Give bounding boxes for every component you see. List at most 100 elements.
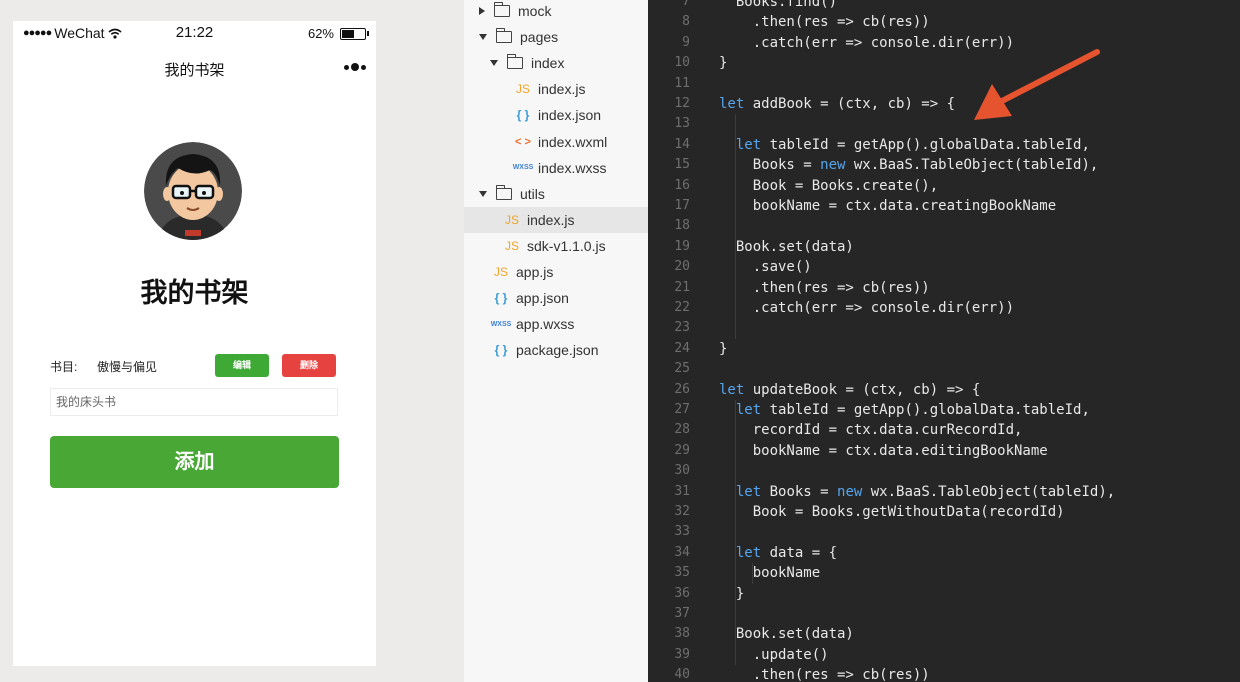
file-explorer: mock pages index JS index.js{ } index.json < >… bbox=[464, 0, 685, 682]
folder-icon bbox=[495, 184, 512, 200]
code-text: Books = new wx.BaaS.TableObject(tableId)… bbox=[719, 157, 1099, 174]
line-number: 18 bbox=[674, 218, 690, 234]
code-line: 37 bbox=[648, 604, 1240, 624]
line-number: 33 bbox=[674, 524, 690, 540]
code-line: 38 Book.set(data) bbox=[648, 624, 1240, 644]
tree-item-label: mock bbox=[518, 3, 552, 19]
tree-file[interactable]: WXSS app.wxss bbox=[464, 311, 674, 337]
code-line: 27 let tableId = getApp().globalData.tab… bbox=[648, 400, 1240, 420]
line-number: 40 bbox=[674, 667, 690, 682]
code-line: 7 Books.find() bbox=[648, 0, 1240, 12]
tree-folder[interactable]: utils bbox=[464, 181, 663, 207]
code-text: Books.find() bbox=[719, 0, 838, 10]
wxss-file-icon: WXSS bbox=[512, 164, 534, 172]
tree-file[interactable]: { } app.json bbox=[464, 285, 674, 311]
folder-icon bbox=[493, 2, 510, 17]
code-text: bookName = ctx.data.editingBookName bbox=[719, 442, 1048, 459]
folder-icon bbox=[495, 28, 512, 44]
caret-down-icon[interactable] bbox=[490, 60, 498, 67]
line-number: 26 bbox=[674, 381, 690, 397]
code-line: 25 bbox=[648, 359, 1240, 379]
caret-down-icon[interactable] bbox=[479, 34, 487, 41]
tree-item-label: index.js bbox=[527, 211, 575, 228]
code-line: 17 bookName = ctx.data.creatingBookName bbox=[648, 196, 1240, 216]
line-number: 19 bbox=[674, 238, 690, 254]
code-text: .then(res => cb(res)) bbox=[719, 279, 930, 296]
edit-button[interactable]: 编辑 bbox=[215, 354, 269, 377]
indent-guide bbox=[752, 563, 753, 584]
code-line: 40 .then(res => cb(res)) bbox=[648, 665, 1240, 682]
code-text: Book.set(data) bbox=[719, 238, 854, 255]
line-number: 34 bbox=[674, 544, 690, 560]
code-text: .then(res => cb(res)) bbox=[719, 14, 930, 31]
caret-down-icon[interactable] bbox=[479, 190, 487, 197]
code-line: 29 bookName = ctx.data.editingBookName bbox=[648, 441, 1240, 461]
line-number: 13 bbox=[674, 116, 690, 132]
code-text: Book = Books.create(), bbox=[719, 177, 939, 194]
tree-item-label: app.json bbox=[516, 290, 569, 307]
js-file-icon: JS bbox=[504, 238, 519, 253]
line-number: 11 bbox=[674, 75, 690, 91]
battery-percent: 62% bbox=[307, 26, 334, 41]
code-text: recordId = ctx.data.curRecordId, bbox=[719, 422, 1023, 439]
code-line: 8 .then(res => cb(res)) bbox=[648, 12, 1240, 32]
code-line: 30 bbox=[648, 461, 1240, 481]
json-file-icon: { } bbox=[494, 291, 508, 306]
tree-item-label: package.json bbox=[516, 342, 599, 359]
line-number: 12 bbox=[674, 96, 690, 111]
nav-bar: 我的书架 bbox=[13, 45, 376, 91]
line-number: 38 bbox=[674, 626, 690, 642]
code-line: 36 } bbox=[648, 584, 1240, 604]
code-text: let tableId = getApp().globalData.tableI… bbox=[735, 402, 1090, 418]
tree-file[interactable]: { } package.json bbox=[464, 337, 674, 363]
code-line: 21 .then(res => cb(res)) bbox=[648, 278, 1240, 298]
line-number: 24 bbox=[674, 340, 690, 356]
code-line: 24} bbox=[648, 339, 1240, 359]
wxml-file-icon: < > bbox=[515, 135, 531, 148]
tree-file[interactable]: JS app.js bbox=[464, 259, 674, 285]
folder-icon bbox=[506, 54, 523, 70]
line-number: 15 bbox=[674, 157, 690, 173]
line-number: 28 bbox=[674, 422, 690, 438]
book-name-input[interactable]: 我的床头书 bbox=[50, 388, 338, 416]
avatar bbox=[144, 142, 242, 240]
line-number: 10 bbox=[674, 55, 690, 71]
js-file-icon: JS bbox=[515, 82, 530, 97]
code-line: 10} bbox=[648, 53, 1240, 73]
tree-folder[interactable]: mock bbox=[464, 0, 663, 24]
code-text: .then(res => cb(res)) bbox=[719, 667, 930, 682]
add-button[interactable]: 添加 bbox=[50, 436, 339, 488]
tree-folder[interactable]: pages bbox=[464, 24, 663, 50]
tree-folder[interactable]: index bbox=[464, 50, 674, 76]
code-text: } bbox=[719, 55, 728, 72]
line-number: 14 bbox=[674, 136, 690, 152]
json-file-icon: { } bbox=[494, 343, 508, 358]
more-menu-icon[interactable] bbox=[344, 63, 366, 71]
code-line: 32 Book = Books.getWithoutData(recordId) bbox=[648, 502, 1240, 522]
code-text: let data = { bbox=[735, 544, 838, 561]
code-line: 28 recordId = ctx.data.curRecordId, bbox=[648, 420, 1240, 440]
code-text: } bbox=[719, 340, 728, 357]
line-number: 30 bbox=[674, 463, 690, 479]
tree-item-label: index.wxml bbox=[538, 133, 608, 150]
code-line: 31 let Books = new wx.BaaS.TableObject(t… bbox=[648, 482, 1240, 502]
code-text: let Books = new wx.BaaS.TableObject(tabl… bbox=[735, 483, 1116, 500]
code-line: 39 .update() bbox=[648, 645, 1240, 665]
code-line: 16 Book = Books.create(), bbox=[648, 176, 1240, 196]
code-line: 12 let addBook = (ctx, cb) => { bbox=[648, 94, 1240, 114]
tree-item-label: index.js bbox=[538, 81, 586, 98]
page-title: 我的书架 bbox=[140, 278, 249, 308]
tree-item-label: sdk-v1.1.0.js bbox=[527, 237, 606, 254]
caret-right-icon[interactable] bbox=[479, 7, 485, 15]
line-number: 8 bbox=[682, 14, 690, 30]
status-bar: ●●●●● WeChat 21:22 62% bbox=[13, 21, 376, 45]
line-number: 39 bbox=[674, 646, 690, 662]
code-line: 19 Book.set(data) bbox=[648, 237, 1240, 257]
delete-button[interactable]: 删除 bbox=[282, 354, 336, 377]
code-editor[interactable]: 7 Books.find() 8 .then(res => cb(res)) 9 .… bbox=[648, 0, 1240, 682]
code-line: 15 Books = new wx.BaaS.TableObject(table… bbox=[648, 155, 1240, 175]
line-number: 37 bbox=[674, 606, 690, 621]
line-number: 36 bbox=[674, 585, 690, 601]
line-number: 31 bbox=[674, 483, 690, 499]
code-line: 22 .catch(err => console.dir(err)) bbox=[648, 298, 1240, 318]
